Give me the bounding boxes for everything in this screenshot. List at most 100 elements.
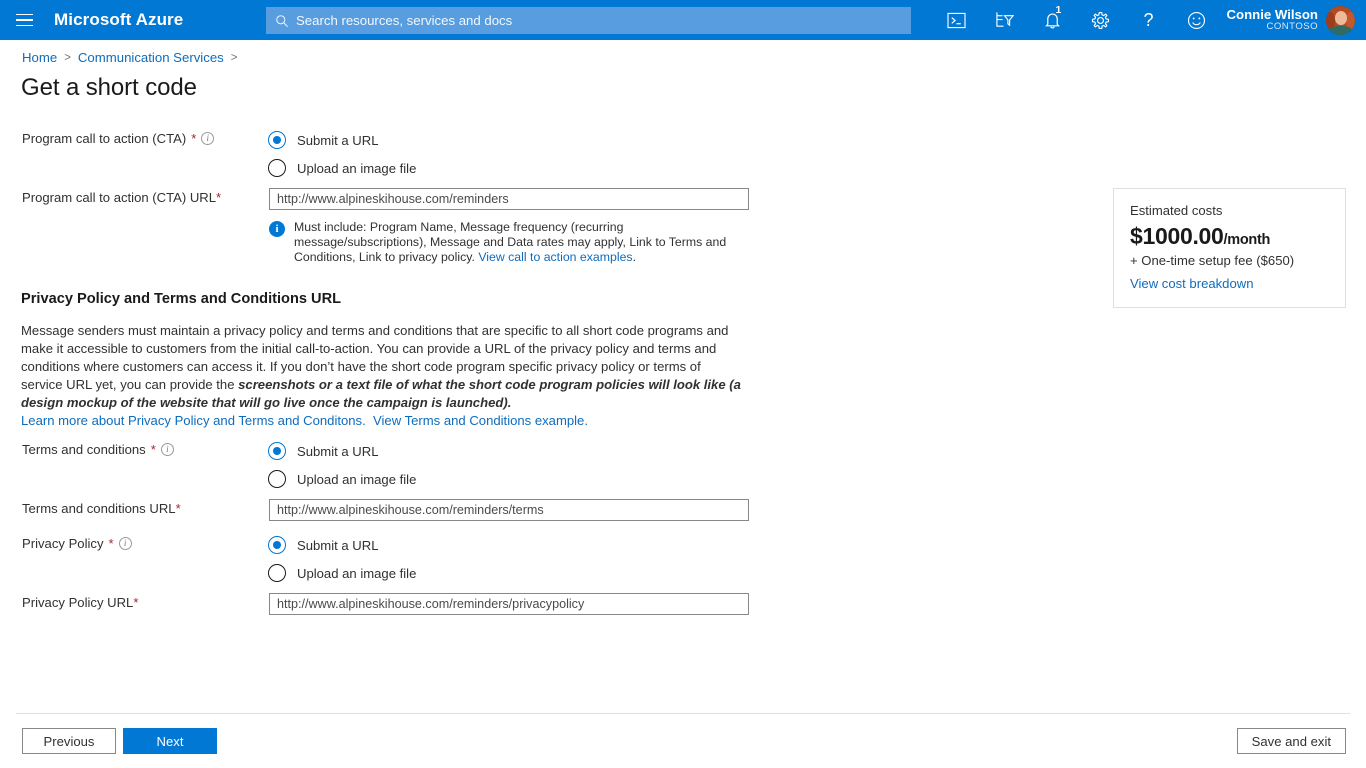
breadcrumb: Home > Communication Services > <box>22 50 237 65</box>
footer-divider <box>16 713 1350 714</box>
privacy-url-input[interactable] <box>269 593 749 615</box>
settings-gear-icon[interactable] <box>1077 0 1125 40</box>
footer-secondary-actions: Save and exit <box>1237 728 1346 754</box>
cta-radio-upload-image[interactable]: Upload an image file <box>268 157 416 179</box>
estimated-costs-value: $1000.00 <box>1130 223 1224 249</box>
radio-selected-icon <box>268 536 286 554</box>
estimated-costs-card: Estimated costs $1000.00/month + One-tim… <box>1113 188 1346 308</box>
user-account-menu[interactable]: Connie Wilson CONTOSO <box>1221 0 1366 40</box>
cta-radio-submit-url[interactable]: Submit a URL <box>268 129 416 151</box>
view-cost-breakdown-link[interactable]: View cost breakdown <box>1130 276 1254 291</box>
privacy-label-text: Privacy Policy <box>22 536 104 551</box>
terms-url-required-asterisk: * <box>176 501 181 516</box>
page-title: Get a short code <box>21 74 197 102</box>
privacy-section-heading: Privacy Policy and Terms and Conditions … <box>21 291 341 307</box>
cta-requirements-note: i Must include: Program Name, Message fr… <box>269 220 749 266</box>
save-and-exit-button[interactable]: Save and exit <box>1237 728 1346 754</box>
cta-info-icon[interactable]: i <box>201 132 214 145</box>
terms-radio-upload-image-label: Upload an image file <box>297 472 416 487</box>
next-button[interactable]: Next <box>123 728 217 754</box>
avatar-shoulders <box>1329 26 1352 35</box>
info-circle-icon: i <box>269 221 285 237</box>
cta-radio-group: Submit a URL Upload an image file <box>268 129 416 179</box>
privacy-url-required-asterisk: * <box>133 595 138 610</box>
privacy-url-input-wrap <box>269 593 749 615</box>
privacy-field-label: Privacy Policy * i <box>22 536 132 551</box>
privacy-section-links: Learn more about Privacy Policy and Term… <box>21 412 588 429</box>
estimated-costs-amount: $1000.00/month <box>1130 223 1329 250</box>
notification-count-badge: 1 <box>1056 5 1062 16</box>
cta-radio-upload-image-label: Upload an image file <box>297 161 416 176</box>
privacy-radio-upload-image[interactable]: Upload an image file <box>268 562 416 584</box>
breadcrumb-separator: > <box>64 52 71 64</box>
cta-field-label: Program call to action (CTA) * i <box>22 131 214 146</box>
terms-radio-submit-url-label: Submit a URL <box>297 444 379 459</box>
cta-required-asterisk: * <box>191 131 196 146</box>
global-search-input[interactable]: Search resources, services and docs <box>266 7 911 34</box>
user-organization: CONTOSO <box>1227 22 1318 32</box>
cta-radio-submit-url-label: Submit a URL <box>297 133 379 148</box>
privacy-url-label-text: Privacy Policy URL <box>22 595 133 610</box>
terms-url-input-wrap <box>269 499 749 521</box>
learn-more-privacy-link[interactable]: Learn more about Privacy Policy and Term… <box>21 413 366 428</box>
radio-unselected-icon <box>268 470 286 488</box>
view-terms-example-link[interactable]: View Terms and Conditions example. <box>373 413 588 428</box>
privacy-info-icon[interactable]: i <box>119 537 132 550</box>
search-icon <box>275 14 289 28</box>
hamburger-bar <box>16 19 33 21</box>
terms-required-asterisk: * <box>151 442 156 457</box>
header-icon-group: 1 ? Connie Wilson CONTOSO <box>933 0 1366 40</box>
estimated-costs-period: /month <box>1224 232 1271 248</box>
cta-url-input[interactable] <box>269 188 749 210</box>
privacy-url-field-label: Privacy Policy URL * <box>22 595 138 610</box>
terms-url-input[interactable] <box>269 499 749 521</box>
radio-unselected-icon <box>268 564 286 582</box>
terms-radio-submit-url[interactable]: Submit a URL <box>268 440 416 462</box>
privacy-required-asterisk: * <box>109 536 114 551</box>
hamburger-bar <box>16 14 33 16</box>
privacy-radio-upload-image-label: Upload an image file <box>297 566 416 581</box>
terms-url-label-text: Terms and conditions URL <box>22 501 176 516</box>
cta-url-required-asterisk: * <box>216 190 221 205</box>
notifications-bell-icon[interactable]: 1 <box>1029 0 1077 40</box>
terms-radio-upload-image[interactable]: Upload an image file <box>268 468 416 490</box>
terms-field-label: Terms and conditions * i <box>22 442 174 457</box>
previous-button[interactable]: Previous <box>22 728 116 754</box>
privacy-radio-submit-url-label: Submit a URL <box>297 538 379 553</box>
one-time-setup-fee: + One-time setup fee ($650) <box>1130 253 1329 268</box>
cta-note-tail: . <box>633 250 636 264</box>
terms-radio-group: Submit a URL Upload an image file <box>268 440 416 490</box>
terms-url-field-label: Terms and conditions URL * <box>22 501 181 516</box>
user-identity-text: Connie Wilson CONTOSO <box>1227 8 1318 32</box>
azure-top-navigation-bar: Microsoft Azure Search resources, servic… <box>0 0 1366 40</box>
radio-selected-icon <box>268 131 286 149</box>
footer-primary-actions: Previous Next <box>22 728 217 754</box>
help-question-icon[interactable]: ? <box>1125 0 1173 40</box>
cloud-shell-icon[interactable] <box>933 0 981 40</box>
breadcrumb-item-home[interactable]: Home <box>22 50 57 65</box>
privacy-section-paragraph: Message senders must maintain a privacy … <box>21 322 743 412</box>
terms-label-text: Terms and conditions <box>22 442 146 457</box>
hamburger-bar <box>16 25 33 27</box>
cta-url-input-wrap <box>269 188 749 210</box>
avatar-face <box>1335 11 1347 25</box>
privacy-radio-submit-url[interactable]: Submit a URL <box>268 534 416 556</box>
cta-label-text: Program call to action (CTA) <box>22 131 186 146</box>
hamburger-menu-icon[interactable] <box>0 0 48 40</box>
radio-selected-icon <box>268 442 286 460</box>
feedback-smiley-icon[interactable] <box>1173 0 1221 40</box>
global-search-placeholder: Search resources, services and docs <box>296 13 512 28</box>
radio-unselected-icon <box>268 159 286 177</box>
privacy-radio-group: Submit a URL Upload an image file <box>268 534 416 584</box>
terms-info-icon[interactable]: i <box>161 443 174 456</box>
breadcrumb-item-communication-services[interactable]: Communication Services <box>78 50 224 65</box>
user-name: Connie Wilson <box>1227 8 1318 22</box>
user-avatar[interactable] <box>1326 6 1355 35</box>
directory-filter-icon[interactable] <box>981 0 1029 40</box>
cta-url-field-label: Program call to action (CTA) URL * <box>22 190 221 205</box>
view-cta-examples-link[interactable]: View call to action examples <box>478 250 632 264</box>
cta-url-label-text: Program call to action (CTA) URL <box>22 190 216 205</box>
azure-brand-title[interactable]: Microsoft Azure <box>54 10 183 30</box>
estimated-costs-title: Estimated costs <box>1130 203 1329 218</box>
breadcrumb-separator: > <box>231 52 238 64</box>
